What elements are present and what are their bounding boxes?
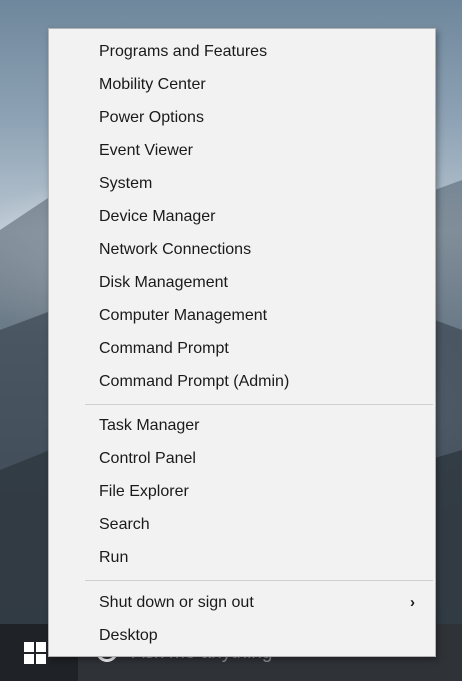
- menu-item-mobility-center[interactable]: Mobility Center: [49, 68, 435, 101]
- menu-item-task-manager[interactable]: Task Manager: [49, 409, 435, 442]
- menu-separator: [85, 580, 433, 581]
- menu-item-disk-management[interactable]: Disk Management: [49, 266, 435, 299]
- menu-item-device-manager[interactable]: Device Manager: [49, 200, 435, 233]
- menu-item-command-prompt[interactable]: Command Prompt: [49, 332, 435, 365]
- menu-item-network-connections[interactable]: Network Connections: [49, 233, 435, 266]
- menu-item-run[interactable]: Run: [49, 541, 435, 574]
- menu-item-shut-down-or-sign-out[interactable]: Shut down or sign out ›: [49, 586, 435, 619]
- menu-item-command-prompt-admin[interactable]: Command Prompt (Admin): [49, 365, 435, 398]
- menu-item-search[interactable]: Search: [49, 508, 435, 541]
- menu-item-system[interactable]: System: [49, 167, 435, 200]
- menu-item-file-explorer[interactable]: File Explorer: [49, 475, 435, 508]
- menu-separator: [85, 404, 433, 405]
- chevron-right-icon: ›: [410, 594, 415, 611]
- menu-item-power-options[interactable]: Power Options: [49, 101, 435, 134]
- menu-item-programs-and-features[interactable]: Programs and Features: [49, 35, 435, 68]
- windows-logo-icon: [24, 642, 46, 664]
- menu-item-desktop[interactable]: Desktop: [49, 619, 435, 652]
- menu-item-computer-management[interactable]: Computer Management: [49, 299, 435, 332]
- power-user-menu: Programs and Features Mobility Center Po…: [48, 28, 436, 657]
- menu-item-control-panel[interactable]: Control Panel: [49, 442, 435, 475]
- menu-item-event-viewer[interactable]: Event Viewer: [49, 134, 435, 167]
- menu-item-label: Shut down or sign out: [99, 594, 254, 611]
